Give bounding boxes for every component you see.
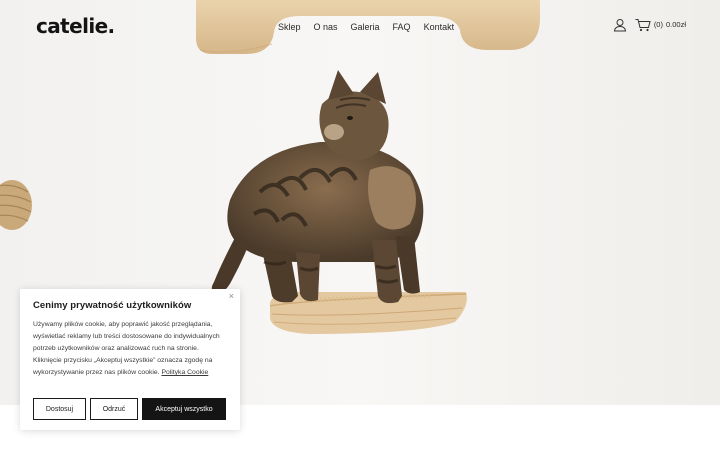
cart-total: 0.00zł: [665, 20, 686, 29]
cart-count: (0): [653, 20, 663, 29]
main-nav: Sklep O nas Galeria FAQ Kontakt: [278, 22, 454, 32]
reject-button[interactable]: Odrzuć: [90, 398, 138, 420]
page: catelie. Sklep O nas Galeria FAQ Kontakt: [0, 0, 720, 450]
cookie-title: Cenimy prywatność użytkowników: [33, 300, 192, 311]
cookie-text: Używamy plików cookie, aby poprawić jako…: [33, 321, 220, 376]
nav-item-sklep[interactable]: Sklep: [278, 22, 301, 32]
nav-item-faq[interactable]: FAQ: [393, 22, 411, 32]
customize-button[interactable]: Dostosuj: [33, 398, 86, 420]
nav-item-kontakt[interactable]: Kontakt: [424, 22, 455, 32]
cart-icon: [635, 18, 651, 37]
cookie-description: Używamy plików cookie, aby poprawić jako…: [33, 319, 227, 379]
header-actions: (0) 0.00zł: [613, 18, 686, 37]
nav-item-o-nas[interactable]: O nas: [314, 22, 338, 32]
accept-all-button[interactable]: Akceptuj wszystko: [142, 398, 226, 420]
brand-logo[interactable]: catelie.: [36, 14, 115, 38]
close-icon[interactable]: ×: [229, 292, 234, 301]
cookie-buttons: Dostosuj Odrzuć Akceptuj wszystko: [33, 398, 226, 420]
cookie-consent-dialog: × Cenimy prywatność użytkowników Używamy…: [20, 289, 240, 430]
cart-button[interactable]: (0) 0.00zł: [635, 18, 686, 37]
user-icon[interactable]: [613, 18, 627, 37]
nav-item-galeria[interactable]: Galeria: [351, 22, 380, 32]
cookie-policy-link[interactable]: Polityka Cookie: [161, 369, 208, 376]
